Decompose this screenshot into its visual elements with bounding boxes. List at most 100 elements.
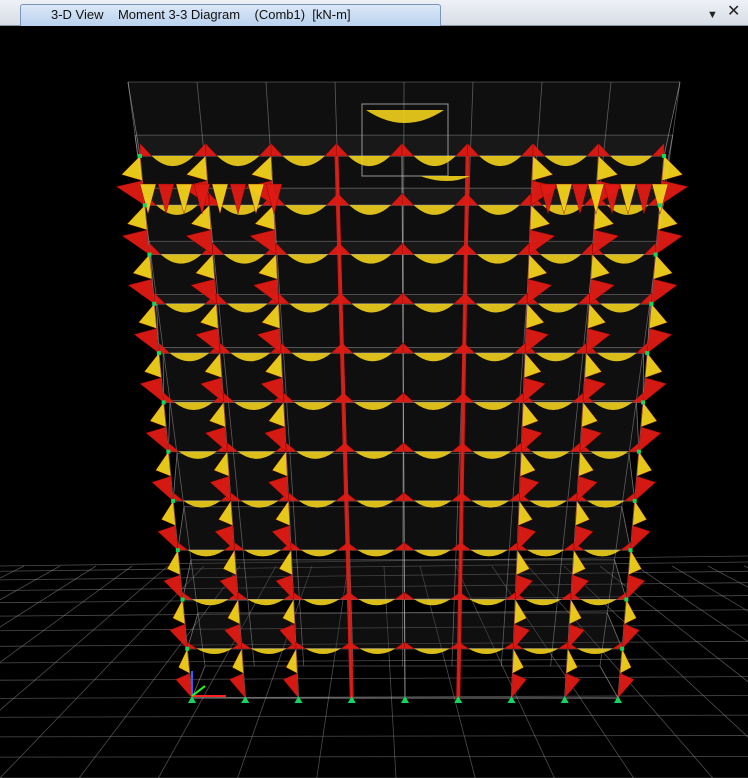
joint-marker (185, 646, 190, 651)
joint-marker (632, 498, 637, 503)
column-moment-negative (651, 278, 678, 305)
beam-moment-positive (414, 648, 450, 655)
document-tab-bar: 3-D View Moment 3-3 Diagram (Comb1) [kN-… (0, 0, 748, 26)
core-column-moment (464, 155, 470, 206)
core-column-moment (457, 599, 462, 649)
grid-line (0, 658, 748, 664)
beam-moment-positive (523, 648, 559, 655)
joint-marker (657, 203, 662, 208)
grid-line (635, 565, 748, 643)
column-moment-positive (155, 451, 171, 477)
column-moment-positive (121, 155, 143, 181)
beam-moment-positive (244, 550, 281, 557)
beam-moment-positive (414, 550, 451, 557)
core-column-moment (342, 451, 349, 501)
support-marker (507, 696, 516, 703)
column-moment-positive (636, 451, 653, 477)
beam (599, 665, 619, 699)
global-axes-icon (191, 671, 226, 697)
beam-moment-positive (469, 599, 506, 606)
core-column-moment (457, 550, 463, 600)
column-moment-positive (644, 352, 663, 379)
joint-marker (645, 351, 650, 356)
column-moment-positive (126, 204, 148, 231)
column-moment-positive (624, 598, 637, 625)
column-moment-negative (511, 673, 527, 699)
column-moment-positive (566, 647, 578, 674)
column-moment-negative (229, 673, 246, 699)
joint-marker (171, 498, 176, 503)
view-tab[interactable]: 3-D View Moment 3-3 Diagram (Comb1) [kN-… (20, 4, 441, 26)
column-moment-negative (121, 229, 150, 255)
grid-line (0, 565, 133, 663)
dropdown-arrow-icon[interactable]: ▼ (707, 7, 718, 23)
joint-marker (152, 301, 157, 306)
column-moment-negative (630, 525, 651, 551)
core-column-moment (456, 648, 462, 699)
core-column-moment (460, 402, 466, 452)
column-moment-negative (127, 278, 155, 305)
joint-marker (620, 646, 625, 651)
joint-marker (180, 597, 185, 602)
column-moment-positive (161, 500, 176, 526)
column-moment-positive (138, 303, 157, 329)
beam-moment-positive (188, 550, 225, 557)
core-column-moment (462, 303, 467, 354)
axis-y (191, 685, 206, 697)
beam-moment-positive (197, 648, 232, 655)
beam-moment-positive (357, 550, 394, 557)
grid-line (0, 565, 61, 601)
joint-marker (662, 154, 666, 158)
column-moment-negative (634, 476, 657, 502)
beam-moment-positive (358, 599, 395, 606)
column-moment-positive (143, 352, 162, 379)
column-moment-positive (628, 549, 642, 576)
column-moment-negative (621, 623, 640, 650)
model-3d-viewport[interactable] (0, 26, 748, 778)
support-marker (188, 696, 196, 703)
column-moment-negative (139, 377, 164, 403)
moment-diagram-canvas[interactable] (0, 26, 748, 778)
column-moment-positive (166, 549, 181, 576)
column-moment-positive (512, 647, 524, 674)
grid-line (0, 735, 748, 738)
joint-marker (175, 548, 180, 553)
core-column-moment (463, 205, 469, 255)
beam-moment-positive (414, 599, 450, 606)
joint-marker (653, 252, 658, 257)
grid-line (0, 676, 748, 681)
core-column-moment (346, 599, 353, 649)
core-column-moment (335, 205, 342, 255)
core-column-moment (461, 353, 467, 403)
column-moment-positive (172, 598, 186, 625)
column-moment-positive (231, 647, 244, 674)
column-moment-positive (640, 401, 658, 428)
joint-marker (142, 203, 147, 208)
grid-line (743, 565, 748, 569)
column-moment-negative (626, 574, 646, 600)
column-moment-negative (282, 673, 299, 699)
close-icon[interactable]: ✕ (727, 4, 740, 20)
joint-marker (138, 154, 142, 158)
grid-line (0, 565, 169, 711)
grid-line (0, 755, 748, 758)
grid-line (707, 565, 748, 588)
joint-marker (156, 351, 161, 356)
beam-moment-positive (577, 648, 613, 655)
joint-marker (161, 400, 166, 405)
core-column-moment (337, 254, 343, 304)
grid-line (0, 565, 97, 628)
column-moment-negative (133, 328, 160, 354)
column-moment-positive (661, 155, 684, 181)
core-column-moment (458, 500, 464, 551)
joint-marker (636, 449, 641, 454)
beam (191, 665, 206, 699)
joint-marker (624, 597, 629, 602)
beam-moment-positive (360, 648, 395, 655)
beam-moment-positive (580, 599, 617, 606)
beam-moment-positive (192, 599, 229, 606)
column-moment-negative (157, 525, 179, 551)
column-moment-positive (132, 254, 153, 280)
column-moment-positive (619, 647, 632, 674)
column-moment-negative (642, 377, 667, 403)
